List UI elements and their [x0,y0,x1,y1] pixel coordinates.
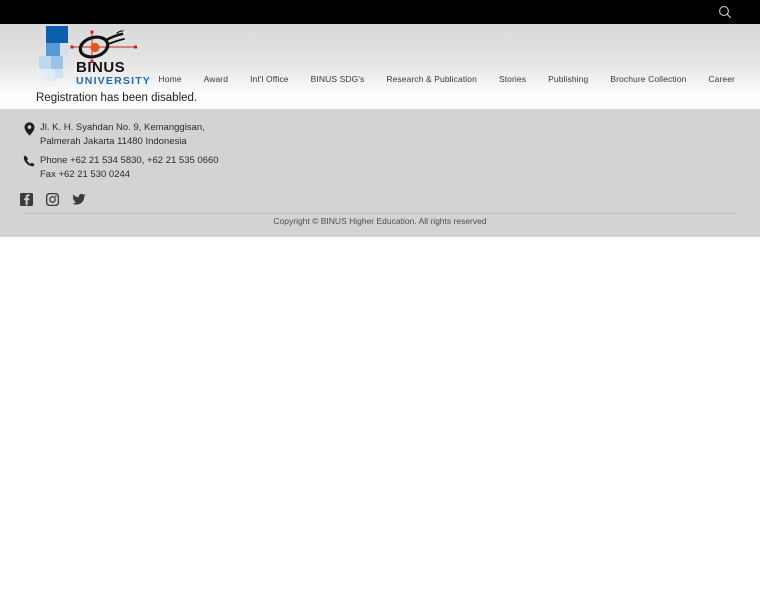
nav-top-item-intl-office[interactable]: Int'l Office [239,74,300,84]
address-line-2: Palmerah Jakarta 11480 Indonesia [40,135,187,147]
instagram-icon[interactable] [45,192,60,207]
registration-disabled-message: Registration has been disabled. [36,92,198,104]
search-icon[interactable] [718,5,732,19]
page-root: BINUS UNIVERSITY Home Award Int'l Office… [0,0,760,600]
nav-top-item-research-publication[interactable]: Research & Publication [375,74,488,84]
secondary-nav: Home Award Int'l Office BINUS SDG's Rese… [148,74,746,84]
footer-address: Jl. K. H. Syahdan No. 9, Kemanggisan, Pa… [18,121,205,148]
notice-band: Registration has been disabled. [0,89,760,109]
nav-top-item-award[interactable]: Award [193,74,239,84]
site-footer: Jl. K. H. Syahdan No. 9, Kemanggisan, Pa… [0,109,760,237]
address-line-1: Jl. K. H. Syahdan No. 9, Kemanggisan, [40,122,205,133]
phone-icon [18,154,40,167]
footer-social-links [20,192,86,207]
nav-top-item-binus-sdgs[interactable]: BINUS SDG's [300,74,376,84]
logo-wordmark: BINUS UNIVERSITY [76,60,151,87]
nav-top-item-career[interactable]: Career [697,74,746,84]
location-pin-icon [18,121,40,136]
footer-divider [22,213,737,214]
phone-line-1: Phone +62 21 534 5830, +62 21 535 0660 [40,155,219,166]
copyright-text: Copyright © BINUS Higher Education. All … [273,216,487,226]
site-header: BINUS UNIVERSITY Home Award Int'l Office… [0,24,760,104]
nav-top-item-stories[interactable]: Stories [488,74,537,84]
pixel-motif-decoration [36,26,72,82]
twitter-icon[interactable] [72,193,86,206]
footer-phone: Phone +62 21 534 5830, +62 21 535 0660 F… [18,154,219,181]
facebook-icon[interactable] [20,193,33,206]
logo-brand-subtitle: UNIVERSITY [76,75,152,87]
nav-top-item-home[interactable]: Home [148,74,193,84]
top-utility-bar [0,0,760,24]
logo-brand-name: BINUS [76,59,126,76]
nav-top-item-brochure-collection[interactable]: Brochure Collection [599,74,697,84]
phone-line-2: Fax +62 21 530 0244 [40,168,131,180]
nav-top-item-publishing[interactable]: Publishing [537,74,599,84]
